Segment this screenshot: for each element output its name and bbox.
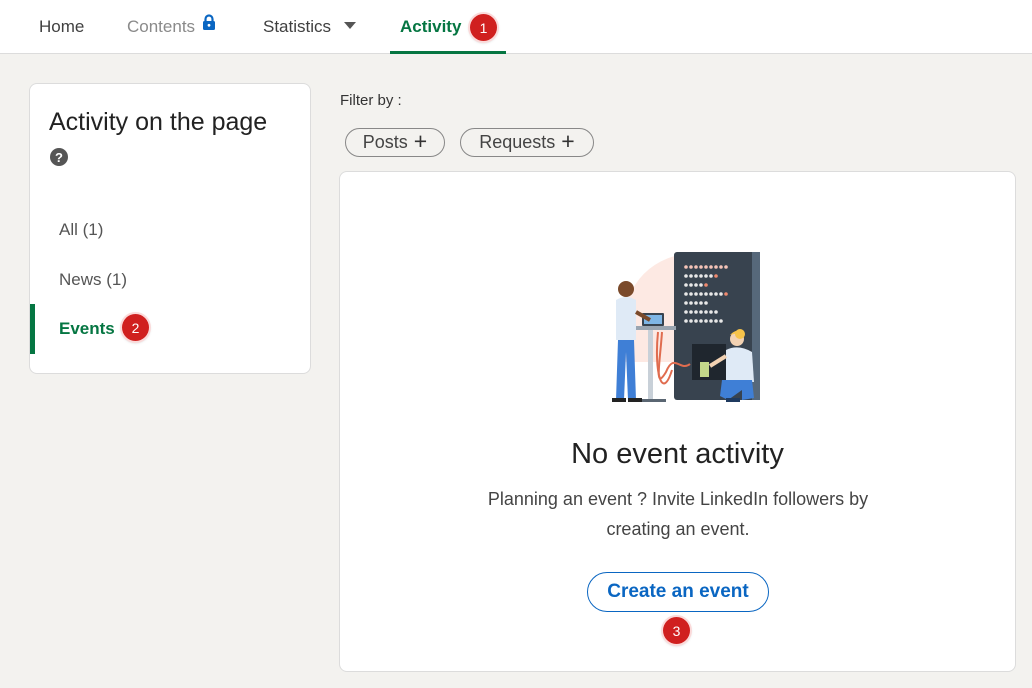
filter-posts-label: Posts [362, 132, 408, 152]
sidebar-item-label: All (1) [59, 220, 104, 239]
tab-contents[interactable]: Contents [127, 0, 216, 54]
tab-home[interactable]: Home [39, 0, 84, 54]
plus-icon: + [561, 127, 575, 154]
empty-state-description: Planning an event ? Invite LinkedIn foll… [487, 489, 869, 539]
filter-posts-button[interactable]: Posts + [345, 128, 445, 157]
sidebar-item-label: Events [59, 319, 115, 338]
step-badge-3: 3 [663, 617, 690, 644]
tab-statistics-label: Statistics [263, 17, 332, 36]
top-nav: Home Contents Statistics Activity [0, 0, 1032, 54]
lock-icon [202, 13, 216, 35]
sidebar-item-events[interactable]: Events [30, 304, 310, 354]
sidebar-item-news[interactable]: News (1) [30, 255, 310, 305]
activity-sidebar: Activity on the page ? All (1) News (1) … [29, 83, 311, 374]
sidebar-title: Activity on the page [49, 108, 268, 136]
empty-state-title: No event activity [571, 438, 784, 470]
step-badge-2: 2 [122, 314, 149, 341]
sidebar-item-all[interactable]: All (1) [30, 205, 310, 255]
plus-icon: + [413, 127, 428, 154]
step-badge-1: 1 [470, 14, 497, 41]
events-panel: No event activity Planning an event ? In… [339, 171, 1016, 672]
create-event-button[interactable]: Create an event [587, 572, 769, 612]
help-icon[interactable]: ? [50, 148, 68, 166]
tab-statistics[interactable]: Statistics [263, 0, 357, 54]
sidebar-item-label: News (1) [59, 270, 128, 289]
filter-requests-button[interactable]: Requests + [460, 128, 594, 157]
tab-activity-label: Activity [400, 17, 462, 36]
tab-contents-label: Contents [127, 17, 196, 36]
filter-label: Filter by : [340, 92, 402, 109]
caret-down-icon [344, 21, 357, 29]
tab-home-label: Home [39, 17, 85, 36]
people-with-server-rack-illustration [612, 252, 760, 402]
filter-requests-label: Requests [479, 132, 556, 152]
